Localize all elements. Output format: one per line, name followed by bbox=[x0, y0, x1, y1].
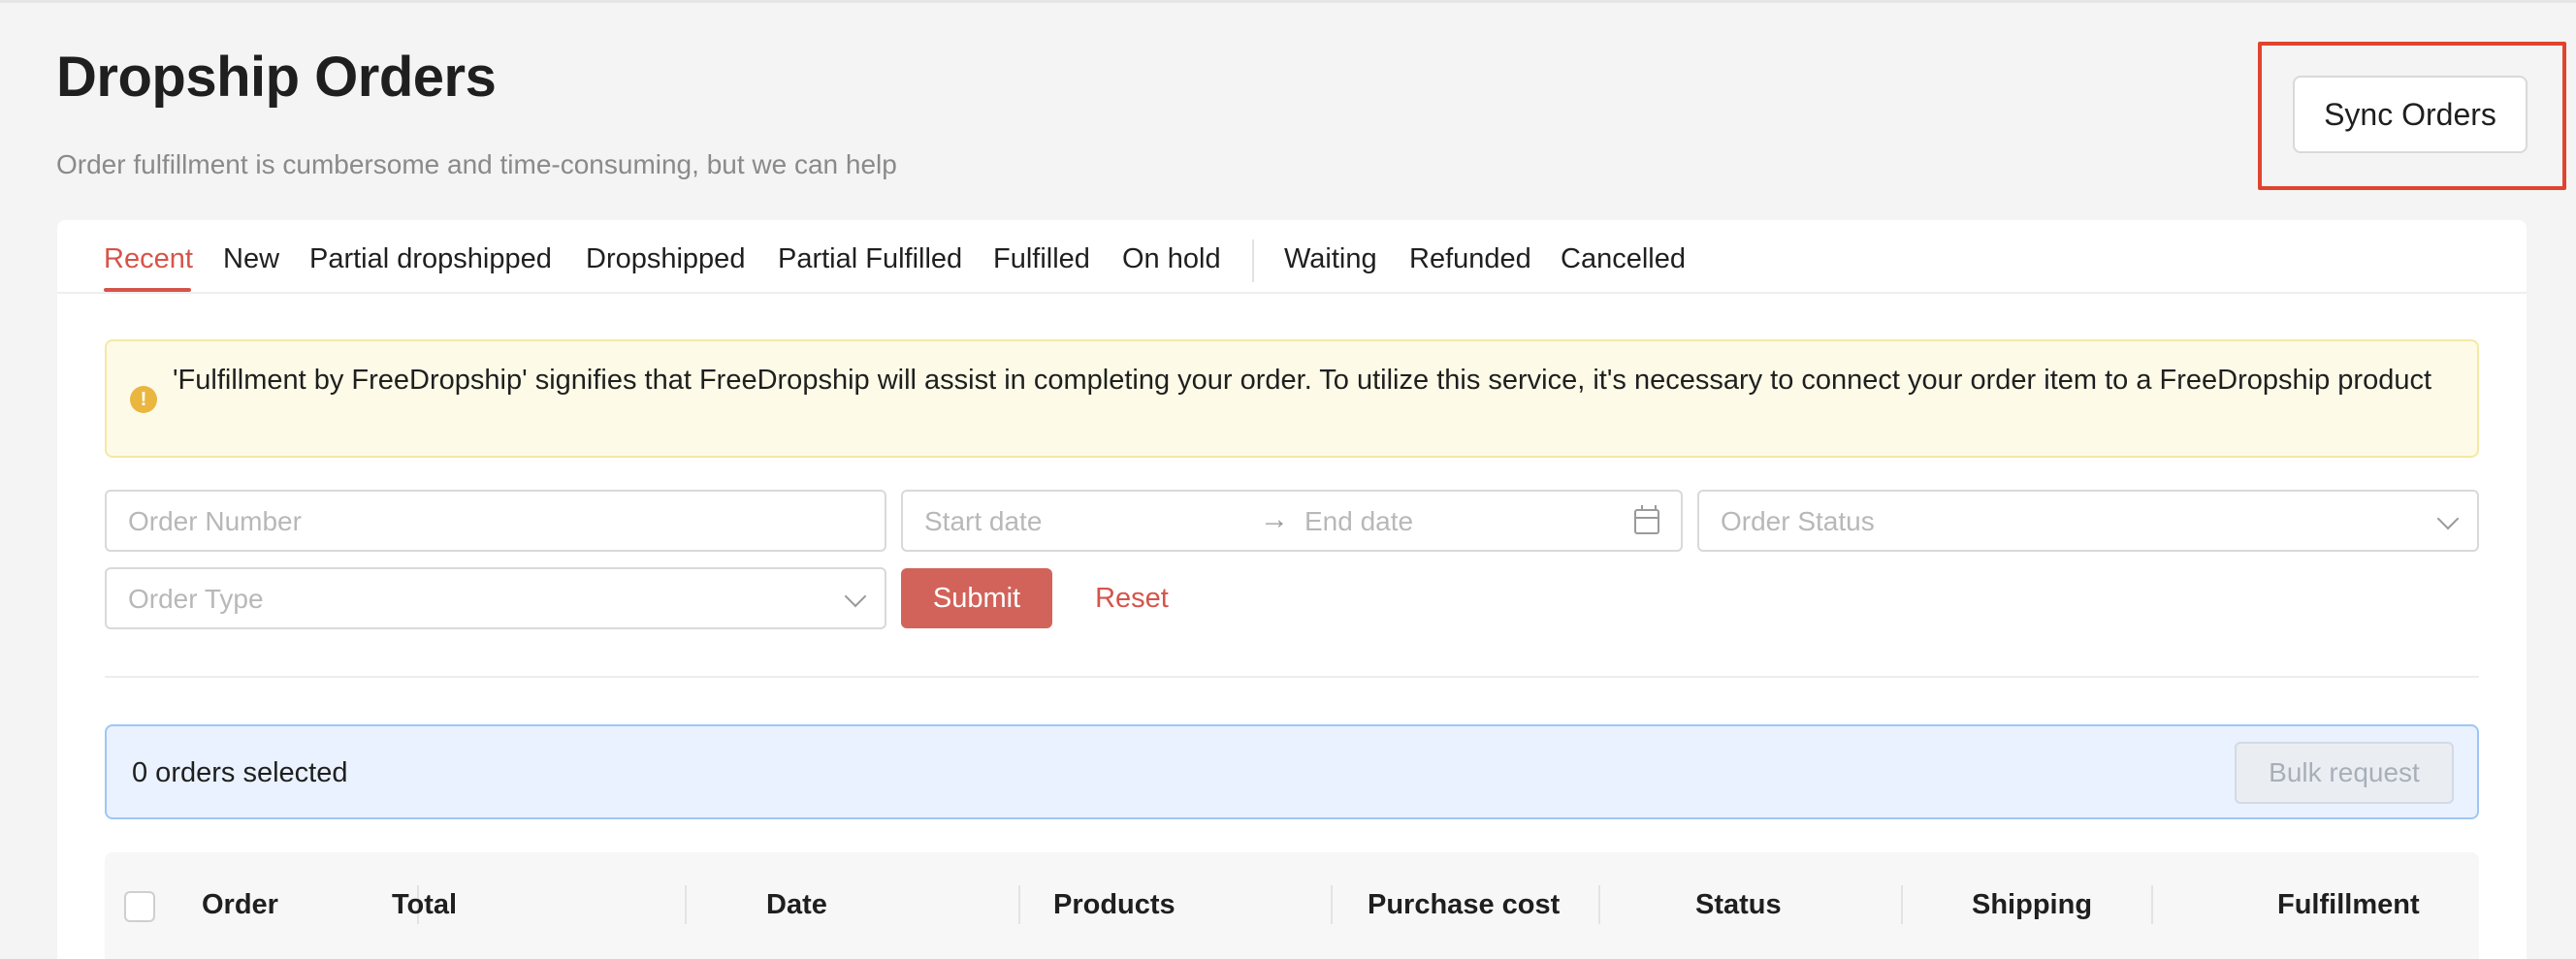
submit-button[interactable]: Submit bbox=[901, 568, 1052, 628]
fulfillment-alert: ! 'Fulfillment by FreeDropship' signifie… bbox=[105, 339, 2479, 458]
bulk-request-button[interactable]: Bulk request bbox=[2235, 742, 2454, 804]
tab-fulfilled[interactable]: Fulfilled bbox=[993, 243, 1090, 275]
column-separator bbox=[685, 885, 687, 924]
column-separator bbox=[1598, 885, 1600, 924]
chevron-down-icon bbox=[844, 585, 867, 608]
start-date-placeholder[interactable]: Start date bbox=[924, 506, 1042, 537]
alert-text: 'Fulfillment by FreeDropship' signifies … bbox=[173, 365, 2432, 396]
selection-bar: 0 orders selected Bulk request bbox=[105, 724, 2479, 819]
order-status-select[interactable]: Order Status bbox=[1697, 490, 2479, 552]
column-date[interactable]: Date bbox=[766, 889, 827, 921]
active-tab-indicator bbox=[104, 288, 191, 292]
status-tabs: Recent New Partial dropshipped Dropshipp… bbox=[57, 220, 2527, 294]
column-total[interactable]: Total bbox=[392, 889, 457, 921]
tab-new[interactable]: New bbox=[223, 243, 279, 275]
tab-partial-dropshipped[interactable]: Partial dropshipped bbox=[309, 243, 552, 275]
column-separator bbox=[2151, 885, 2153, 924]
tab-refunded[interactable]: Refunded bbox=[1409, 243, 1531, 275]
column-fulfillment[interactable]: Fulfillment bbox=[2277, 889, 2420, 921]
order-number-input[interactable] bbox=[128, 505, 865, 538]
orders-card: Recent New Partial dropshipped Dropshipp… bbox=[57, 220, 2527, 959]
tab-divider bbox=[1252, 240, 1254, 282]
order-number-field[interactable] bbox=[105, 490, 886, 552]
tab-partial-fulfilled[interactable]: Partial Fulfilled bbox=[778, 243, 962, 275]
reset-button[interactable]: Reset bbox=[1074, 568, 1190, 628]
top-border bbox=[0, 0, 2576, 3]
page-title: Dropship Orders bbox=[56, 46, 497, 109]
orders-table-header: Order Total Date Products Purchase cost … bbox=[105, 852, 2479, 959]
tab-dropshipped[interactable]: Dropshipped bbox=[586, 243, 745, 275]
column-order[interactable]: Order bbox=[202, 889, 278, 921]
order-type-select[interactable]: Order Type bbox=[105, 567, 886, 629]
column-separator bbox=[1901, 885, 1903, 924]
column-purchase-cost[interactable]: Purchase cost bbox=[1368, 889, 1560, 921]
column-separator bbox=[1018, 885, 1020, 924]
date-range-picker[interactable]: Start date → End date bbox=[901, 490, 1683, 552]
order-type-placeholder: Order Type bbox=[128, 584, 264, 614]
column-products[interactable]: Products bbox=[1053, 889, 1175, 921]
calendar-icon bbox=[1634, 505, 1659, 534]
chevron-down-icon bbox=[2436, 507, 2460, 530]
page-subtitle: Order fulfillment is cumbersome and time… bbox=[56, 149, 897, 179]
select-all-checkbox[interactable] bbox=[124, 891, 155, 922]
tab-recent[interactable]: Recent bbox=[104, 243, 193, 275]
column-shipping[interactable]: Shipping bbox=[1972, 889, 2092, 921]
warning-icon: ! bbox=[130, 386, 157, 413]
range-arrow-icon: → bbox=[1260, 503, 1289, 535]
tab-on-hold[interactable]: On hold bbox=[1122, 243, 1221, 275]
end-date-placeholder[interactable]: End date bbox=[1304, 506, 1413, 537]
tab-waiting[interactable]: Waiting bbox=[1284, 243, 1377, 275]
section-divider bbox=[105, 676, 2479, 678]
column-status[interactable]: Status bbox=[1695, 889, 1782, 921]
sync-orders-button[interactable]: Sync Orders bbox=[2293, 76, 2528, 153]
selection-count: 0 orders selected bbox=[132, 757, 348, 788]
column-separator bbox=[1331, 885, 1333, 924]
order-status-placeholder: Order Status bbox=[1721, 506, 1875, 536]
tab-cancelled[interactable]: Cancelled bbox=[1561, 243, 1686, 275]
